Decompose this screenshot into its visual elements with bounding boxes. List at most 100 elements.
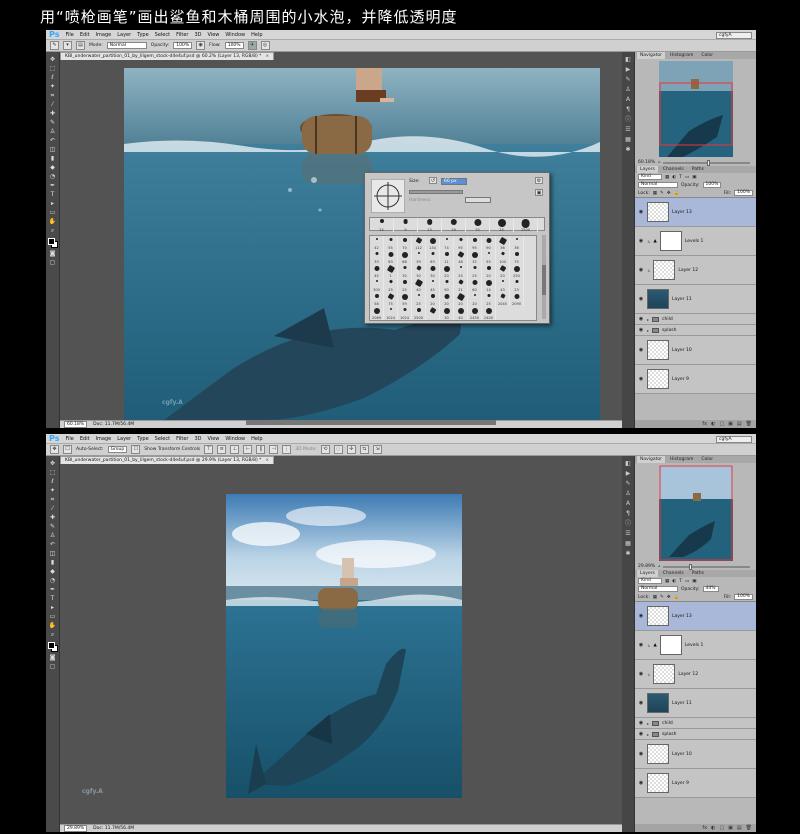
menu-layer[interactable]: Layer xyxy=(117,436,131,442)
menu-view[interactable]: View xyxy=(208,32,220,38)
auto-select-checkbox[interactable]: ☐ xyxy=(63,445,72,454)
brush-angle-preview[interactable] xyxy=(371,179,405,213)
crop-tool-icon[interactable]: ⌗ xyxy=(48,496,57,503)
brush-panel-icon[interactable]: ✎ xyxy=(624,76,633,83)
brush-preset[interactable]: 24 xyxy=(370,218,394,232)
workspace-selector[interactable]: cgfyA xyxy=(716,436,752,443)
eyedropper-icon[interactable]: ⁄ xyxy=(48,505,57,512)
brush-preset[interactable]: 21 xyxy=(454,278,468,292)
layer-row[interactable]: ◉ Layer 9 xyxy=(635,769,756,798)
visibility-eye-icon[interactable]: ◉ xyxy=(638,347,644,353)
layer-thumbnail[interactable] xyxy=(647,202,669,222)
lock-image-icon[interactable]: ✎ xyxy=(660,191,664,196)
foreground-color-swatch[interactable] xyxy=(47,238,55,245)
brush-preset[interactable]: 30 xyxy=(440,306,454,320)
new-preset-icon[interactable]: ▣ xyxy=(535,189,543,196)
brush-preset[interactable] xyxy=(426,306,440,320)
brush-preset[interactable]: 20 xyxy=(426,292,440,306)
layer-thumbnail[interactable] xyxy=(647,693,669,713)
brush-preset[interactable]: 20 xyxy=(496,264,510,278)
brush-preset[interactable]: 74 xyxy=(440,236,454,250)
quick-mask-icon[interactable]: ◙ xyxy=(48,250,57,257)
lasso-tool-icon[interactable]: ℓ xyxy=(48,74,57,81)
brush-preset[interactable]: 2090 xyxy=(510,292,524,306)
3d-scale-icon[interactable]: ⇲ xyxy=(372,445,382,454)
screen-mode-icon[interactable]: ▢ xyxy=(48,259,57,266)
blur-tool-icon[interactable]: ◆ xyxy=(48,568,57,575)
tab-color[interactable]: Color xyxy=(698,52,716,59)
expand-arrow-icon[interactable]: ▸ xyxy=(647,732,649,737)
path-select-icon[interactable]: ▸ xyxy=(48,200,57,207)
layer-name[interactable]: child xyxy=(662,721,673,726)
menu-file[interactable]: File xyxy=(65,32,73,38)
brush-preset[interactable]: 95 xyxy=(454,236,468,250)
visibility-eye-icon[interactable]: ◉ xyxy=(638,720,644,726)
align-center-icon[interactable]: ‖ xyxy=(256,445,266,454)
brush-preset[interactable]: 23 xyxy=(510,278,524,292)
new-layer-icon[interactable]: ▤ xyxy=(737,421,742,427)
brush-preset[interactable]: 20 xyxy=(468,292,482,306)
info-panel-icon[interactable]: ⓘ xyxy=(624,520,633,527)
brush-panel-icon[interactable]: ✎ xyxy=(624,480,633,487)
layer-mask-thumbnail[interactable] xyxy=(659,635,682,655)
close-tab-icon[interactable]: × xyxy=(265,54,269,59)
layer-group[interactable]: ◉ ▸ splash xyxy=(635,325,756,336)
crop-tool-icon[interactable]: ⌗ xyxy=(48,92,57,99)
opacity-field[interactable]: 100% xyxy=(173,42,193,49)
menu-window[interactable]: Window xyxy=(225,32,245,38)
move-tool-icon[interactable]: ✥ xyxy=(50,445,59,454)
brush-preset[interactable]: 63 xyxy=(426,250,440,264)
3d-pan-icon[interactable]: ✢ xyxy=(346,445,356,454)
pressure-size-icon[interactable]: ◎ xyxy=(260,41,270,50)
align-bottom-icon[interactable]: ⊥ xyxy=(230,445,240,454)
character-panel-icon[interactable]: A xyxy=(624,96,633,103)
reset-size-icon[interactable]: ↺ xyxy=(429,177,437,184)
menu-3d[interactable]: 3D xyxy=(194,436,201,442)
brush-preset[interactable]: 20 xyxy=(482,264,496,278)
navigator-zoom[interactable]: 60.18% xyxy=(638,160,655,165)
brush-preset[interactable]: 2450 xyxy=(468,306,482,320)
layer-kind-select[interactable]: Kind xyxy=(638,578,662,584)
brush-hardness-field[interactable] xyxy=(465,197,491,203)
layer-group[interactable]: ◉ ▸ splash xyxy=(635,729,756,740)
brush-preset[interactable]: 42 xyxy=(370,236,384,250)
tab-layers[interactable]: Layers xyxy=(637,166,658,173)
layer-row[interactable]: ◉ ↳ ▲ Levels 1 xyxy=(635,227,756,256)
visibility-eye-icon[interactable]: ◉ xyxy=(638,296,644,302)
smart-filter-icon[interactable]: ▣ xyxy=(692,579,696,584)
menu-file[interactable]: File xyxy=(65,436,73,442)
lock-transparent-icon[interactable]: ▦ xyxy=(653,595,657,600)
brush-preset[interactable]: 9 xyxy=(394,218,418,232)
styles-panel-icon[interactable]: ✱ xyxy=(624,146,633,153)
layer-name[interactable]: Layer 13 xyxy=(672,210,692,215)
brush-preset[interactable]: 1024 xyxy=(384,306,398,320)
brush-preset[interactable]: 25 xyxy=(468,264,482,278)
blur-tool-icon[interactable]: ◆ xyxy=(48,164,57,171)
layer-opacity-field[interactable]: 44% xyxy=(702,586,719,592)
menu-image[interactable]: Image xyxy=(96,436,112,442)
document-tab[interactable]: KBI_underwater_partition_01_by_lilgem_st… xyxy=(60,52,275,60)
tab-color[interactable]: Color xyxy=(698,456,716,463)
visibility-eye-icon[interactable]: ◉ xyxy=(638,209,644,215)
tab-histogram[interactable]: Histogram xyxy=(667,456,696,463)
align-left-icon[interactable]: ⊢ xyxy=(243,445,253,454)
brush-preset[interactable]: 90 xyxy=(482,236,496,250)
menu-3d[interactable]: 3D xyxy=(194,32,201,38)
menu-filter[interactable]: Filter xyxy=(176,32,188,38)
brush-preset[interactable]: 30 xyxy=(412,264,426,278)
mode-select[interactable]: Normal xyxy=(106,42,147,49)
navigator-preview[interactable] xyxy=(658,61,733,157)
pressure-opacity-icon[interactable]: ◉ xyxy=(196,41,206,50)
pen-tool-icon[interactable]: ✒ xyxy=(48,586,57,593)
document-tab[interactable]: KBI_underwater_partition_01_by_lilgem_st… xyxy=(60,456,275,464)
layer-thumbnail[interactable] xyxy=(653,664,676,684)
history-panel-icon[interactable]: ◧ xyxy=(624,460,633,467)
brush-preset[interactable]: 39 xyxy=(412,250,426,264)
type-filter-icon[interactable]: T xyxy=(679,579,682,584)
smart-filter-icon[interactable]: ▣ xyxy=(692,175,696,180)
transform-checkbox[interactable]: ☐ xyxy=(131,445,141,454)
type-tool-icon[interactable]: T xyxy=(48,595,57,602)
clone-source-icon[interactable]: ♙ xyxy=(624,490,633,497)
pen-tool-icon[interactable]: ✒ xyxy=(48,182,57,189)
eraser-icon[interactable]: ◫ xyxy=(48,550,57,557)
